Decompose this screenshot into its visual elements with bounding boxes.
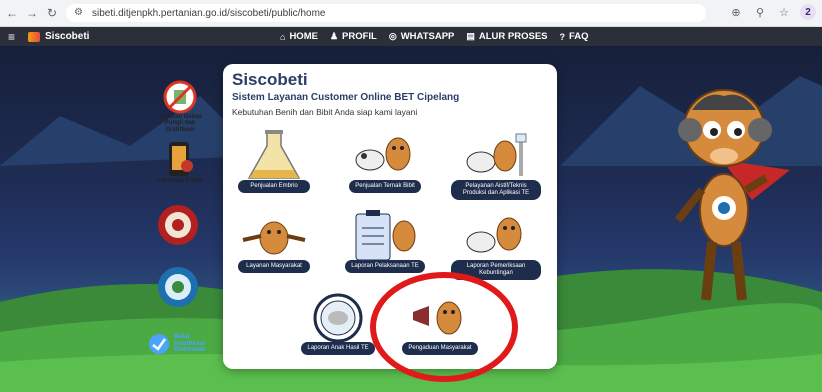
zona-integritas-badge-icon [158, 205, 198, 245]
zoom-icon[interactable]: ⚲ [752, 4, 768, 20]
card-title: Siscobeti [232, 70, 308, 89]
brand-name[interactable]: Siscobeti [45, 31, 89, 42]
browser-toolbar: ← → ↻ ⚙ sibeti.ditjenpkh.pertanian.go.id… [0, 0, 822, 27]
tile-laporan-pemeriksaan-kebuntingan[interactable]: Laporan Pemeriksaan Kebuntingan [451, 210, 541, 280]
card-subtitle: Sistem Layanan Customer Online BET Cipel… [232, 92, 460, 103]
hamburger-menu-icon[interactable]: ≡ [8, 30, 20, 44]
menu-whatsapp[interactable]: ◎ WHATSAPP [389, 31, 455, 42]
top-menu: ⌂ HOME ♟ PROFIL ◎ WHATSAPP ▤ ALUR PROSES ? FA… [280, 27, 589, 46]
bookmark-star-icon[interactable]: ☆ [776, 4, 792, 20]
clipboard-report-icon [355, 210, 416, 261]
menu-faq[interactable]: ? FAQ [560, 31, 589, 42]
side-link-bebas-pungli[interactable]: Layanan Bebas Pungli dan Gratifikasi [150, 80, 210, 133]
document-icon: ▤ [466, 31, 475, 41]
side-link-label: Informasi Publik [156, 178, 204, 184]
back-icon[interactable]: ← [4, 5, 20, 21]
menu-profil[interactable]: ♟ PROFIL [330, 31, 377, 42]
question-icon: ? [559, 31, 566, 42]
address-bar[interactable]: ⚙ sibeti.ditjenpkh.pertanian.go.id/sisco… [66, 4, 706, 22]
menu-home[interactable]: ⌂ HOME [280, 31, 318, 42]
tile-pelayanan-teknis[interactable]: Pelayanan Aistif/Teknis Produksi dan Apl… [451, 130, 541, 200]
tile-laporan-pelaksanaan-te[interactable]: Laporan Pelaksanaan TE [340, 210, 430, 273]
card-description: Kebutuhan Benih dan Bibit Anda siap kami… [232, 107, 418, 117]
user-icon: ♟ [329, 31, 339, 41]
cattle-group-icon [355, 137, 411, 171]
profile-avatar[interactable]: 2 [800, 4, 816, 20]
brand-logo-icon [28, 31, 40, 42]
whatsapp-icon: ◎ [388, 31, 397, 41]
side-link-wbk[interactable] [156, 265, 200, 309]
annotation-circle [370, 272, 518, 382]
reload-icon[interactable]: ↻ [44, 5, 60, 21]
cow-mascot-welcome-icon [242, 221, 306, 255]
forward-icon[interactable]: → [24, 5, 40, 21]
menu-alur-proses[interactable]: ▤ ALUR PROSES [466, 31, 547, 42]
cattle-pregnancy-check-icon [466, 217, 522, 253]
embryo-flask-icon [247, 130, 301, 179]
side-link-label: Layanan Bebas Pungli dan Gratifikasi [157, 114, 203, 133]
site-info-icon[interactable]: ⚙ [74, 7, 86, 19]
tile-label[interactable]: Pelayanan Aistif/Teknis Produksi dan Apl… [451, 180, 541, 200]
cattle-technical-icon [466, 133, 527, 176]
home-icon: ⌂ [280, 31, 286, 42]
url-text[interactable]: sibeti.ditjenpkh.pertanian.go.id/siscobe… [92, 8, 325, 19]
side-link-zona-integritas[interactable] [156, 203, 200, 247]
wbk-badge-icon [158, 267, 198, 307]
tile-layanan-masyarakat[interactable]: Layanan Masyarakat [229, 210, 319, 273]
bse-logo: Balai Sertifikasi Elektronik [148, 333, 205, 355]
translate-icon[interactable]: ⊕ [728, 4, 744, 20]
tile-penjualan-ternak-bibit[interactable]: Penjualan Ternak Bibit [340, 130, 430, 193]
tile-penjualan-embrio[interactable]: Penjualan Embrio [229, 130, 319, 193]
bse-logo-icon [149, 334, 169, 354]
side-link-informasi-publik[interactable]: Informasi Publik [150, 140, 210, 184]
no-bribery-icon [163, 80, 197, 114]
app-navbar: ≡ Siscobeti ⌂ HOME ♟ PROFIL ◎ WHATSAPP ▤ ALU… [0, 27, 822, 46]
cow-mascot-illustration [674, 89, 790, 301]
public-info-icon [169, 142, 193, 176]
calf-badge-icon [313, 293, 363, 343]
